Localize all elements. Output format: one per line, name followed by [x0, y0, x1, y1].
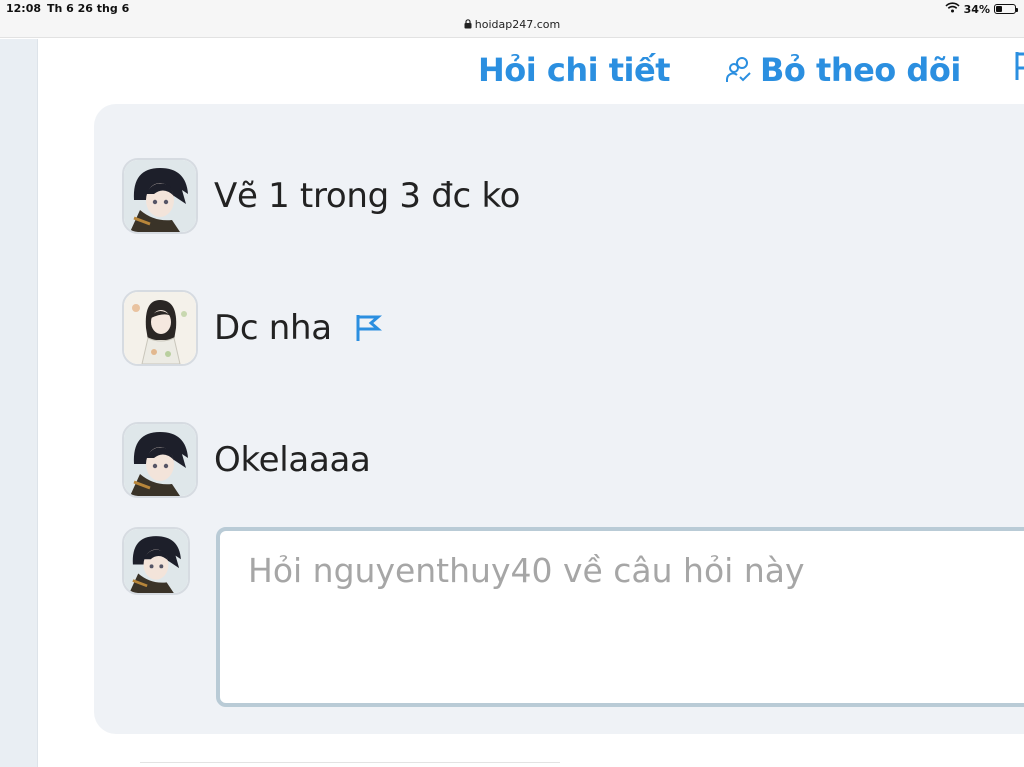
current-user-row	[122, 527, 190, 595]
unfollow-label: Bỏ theo dõi	[760, 51, 961, 89]
divider	[140, 762, 560, 763]
status-time: 12:08	[6, 2, 42, 15]
user-avatar[interactable]	[122, 158, 198, 234]
users-check-icon	[724, 55, 754, 85]
flag-icon	[1013, 50, 1024, 90]
comment-text: Vẽ 1 trong 3 đc ko	[214, 176, 521, 216]
left-gutter	[0, 39, 38, 767]
wifi-icon	[945, 2, 960, 16]
reply-input-box	[216, 527, 1024, 707]
comment-text: Dc nha	[214, 308, 332, 348]
comment-text: Okelaaaa	[214, 440, 371, 480]
report-button[interactable]	[1013, 50, 1024, 90]
current-user-avatar[interactable]	[122, 527, 190, 595]
url-text: hoidap247.com	[474, 18, 561, 31]
unfollow-button[interactable]: Bỏ theo dõi	[724, 51, 961, 89]
battery-percent: 34%	[963, 2, 990, 16]
report-flag-icon[interactable]	[354, 313, 382, 343]
battery-icon	[994, 4, 1018, 14]
comment-item: Dc nha	[122, 290, 382, 366]
ask-detail-button[interactable]: Hỏi chi tiết	[478, 51, 671, 89]
status-date: Th 6 26 thg 6	[47, 2, 130, 15]
reply-input[interactable]	[220, 531, 1024, 703]
user-avatar[interactable]	[122, 422, 198, 498]
status-bar: 12:08 Th 6 26 thg 6 hoidap247.com 34%	[0, 0, 1024, 38]
status-indicators: 34%	[945, 2, 1018, 16]
lock-icon	[464, 19, 472, 32]
question-actions: Hỏi chi tiết Bỏ theo dõi	[478, 50, 1024, 90]
user-avatar[interactable]	[122, 290, 198, 366]
address-bar[interactable]: hoidap247.com	[0, 18, 1024, 32]
comment-item: Vẽ 1 trong 3 đc ko	[122, 158, 520, 234]
comment-item: Okelaaaa	[122, 422, 371, 498]
